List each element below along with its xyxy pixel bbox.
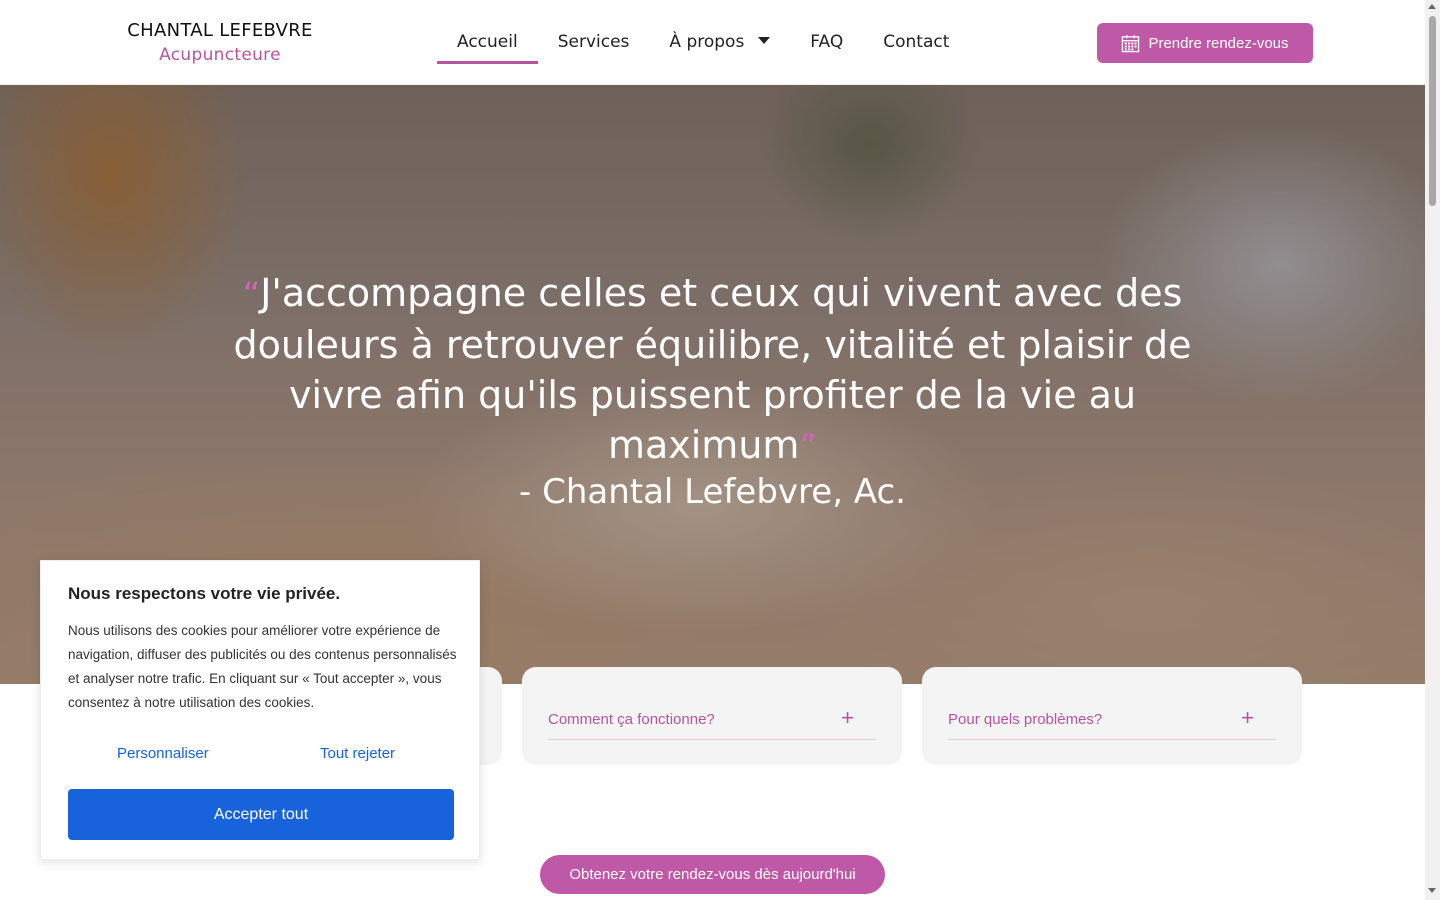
nav-label: Contact [883,32,950,52]
cookie-title: Nous respectons votre vie privée. [68,584,341,603]
book-appointment-label: Prendre rendez-vous [1148,34,1289,52]
scroll-down-icon[interactable] [1428,888,1436,893]
cookie-accept-button[interactable]: Accepter tout [68,789,454,840]
nav-label: FAQ [810,32,844,52]
accordion-title: Comment ça fonctionne? [548,711,715,728]
nav-item-contact[interactable]: Contact [863,20,969,64]
plus-icon: + [1241,705,1254,730]
cookie-body: Nous utilisons des cookies pour améliore… [68,623,457,710]
accordion-toggle[interactable]: Pour quels problèmes? + [948,705,1276,740]
site-header: CHANTAL LEFEBVRE Acupuncteure Accueil Se… [0,0,1425,85]
quote-open-mark: “ [242,275,261,315]
nav-label: Services [557,32,630,52]
brand-subtitle: Acupuncteure [159,45,281,65]
cookie-reject-button[interactable]: Tout rejeter [320,745,395,762]
scroll-up-icon[interactable] [1428,4,1436,9]
main-nav: Accueil Services À propos FAQ Contact [437,20,969,64]
calendar-icon [1122,34,1140,52]
accordion-card: Pour quels problèmes? + [922,667,1302,765]
cookie-consent-banner: Nous respectons votre vie privée. Nous u… [40,560,480,860]
page-scrollbar[interactable] [1425,0,1440,900]
nav-item-faq[interactable]: FAQ [790,20,863,64]
brand-logo[interactable]: CHANTAL LEFEBVRE Acupuncteure [110,20,330,65]
get-appointment-button[interactable]: Obtenez votre rendez-vous dès aujourd'hu… [540,855,885,894]
nav-label: Accueil [457,32,518,52]
scrollbar-thumb[interactable] [1429,16,1436,206]
nav-item-accueil[interactable]: Accueil [437,20,538,64]
nav-item-services[interactable]: Services [538,20,650,64]
nav-item-a-propos[interactable]: À propos [649,20,790,64]
hero-author: - Chantal Lefebvre, Ac. [519,472,906,512]
cookie-customize-button[interactable]: Personnaliser [117,745,209,762]
accordion-toggle[interactable]: Comment ça fonctionne? + [548,705,876,740]
book-appointment-button[interactable]: Prendre rendez-vous [1097,23,1313,63]
nav-label: À propos [669,32,745,52]
plus-icon: + [841,705,854,730]
brand-name: CHANTAL LEFEBVRE [127,20,313,41]
quote-close-mark: ” [799,427,818,467]
accordion-card: Comment ça fonctionne? + [522,667,902,765]
accordion-title: Pour quels problèmes? [948,711,1103,728]
caret-down-icon [758,36,771,44]
hero-quote: “J'accompagne celles et ceux qui vivent … [220,268,1205,472]
hero-quote-text: J'accompagne celles et ceux qui vivent a… [233,271,1192,467]
